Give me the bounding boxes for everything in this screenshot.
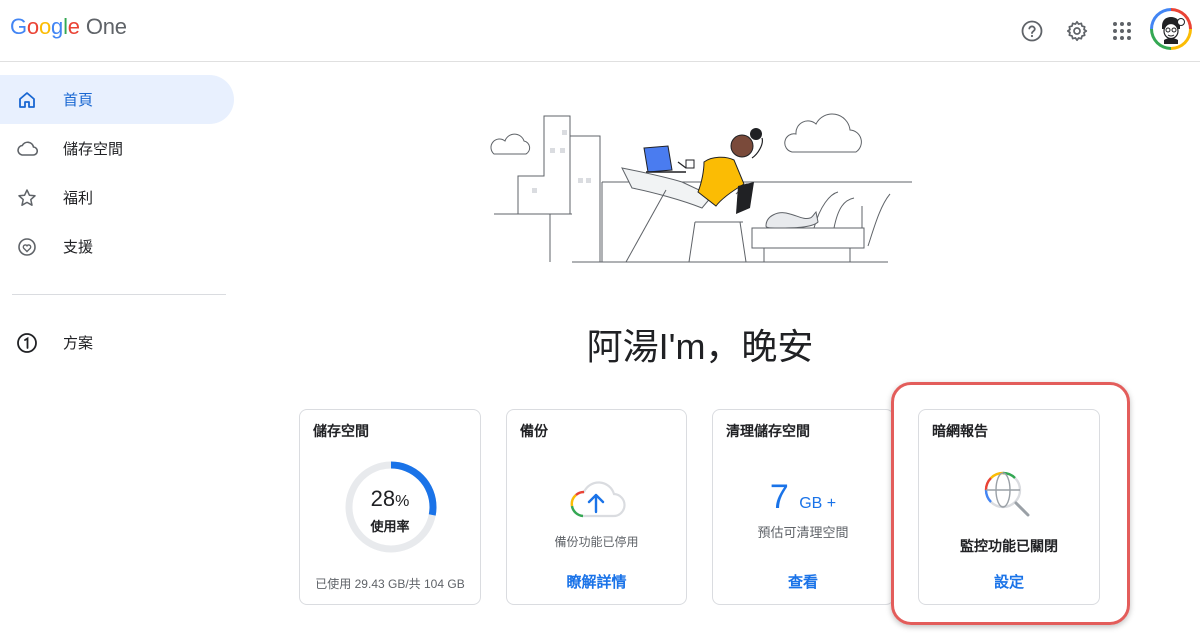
- top-app-bar: Google One: [0, 0, 1200, 62]
- backup-card[interactable]: 備份 備份功能已停用 瞭解詳情: [506, 409, 687, 605]
- cleanup-caption: 預估可清理空間: [757, 525, 849, 540]
- sidebar-item-storage[interactable]: 儲存空間: [0, 124, 234, 173]
- help-icon[interactable]: [1014, 13, 1050, 49]
- cleanup-card[interactable]: 清理儲存空間 7 GB + 預估可清理空間 查看: [712, 409, 894, 605]
- usage-percent-value: 28: [370, 486, 396, 511]
- card-title: 備份: [520, 423, 548, 439]
- sidebar-item-label: 支援: [63, 239, 94, 256]
- cloud-icon: [16, 138, 38, 160]
- home-icon: [16, 89, 38, 111]
- sidebar-item-support[interactable]: 支援: [0, 222, 234, 271]
- sidebar-nav: 首頁 儲存空間 福利 支援 方案: [0, 62, 240, 367]
- cleanup-amount: 7 GB +: [713, 478, 893, 517]
- google-one-logo[interactable]: Google One: [10, 14, 127, 40]
- page-greeting: 阿湯I'm，晚安: [586, 326, 814, 367]
- cleanup-amount-value: 7: [769, 478, 789, 516]
- product-name: One: [85, 14, 127, 39]
- usage-percent-sign: %: [395, 493, 410, 510]
- apps-grid-icon[interactable]: [1104, 13, 1140, 49]
- plan-one-icon: [16, 332, 38, 354]
- sidebar-item-label: 方案: [63, 335, 94, 352]
- sidebar-item-label: 儲存空間: [63, 141, 124, 158]
- sidebar-item-label: 首頁: [63, 92, 94, 109]
- backup-status: 備份功能已停用: [554, 535, 639, 549]
- cleanup-amount-unit: GB +: [799, 495, 837, 512]
- usage-percent: 28%: [300, 486, 480, 512]
- view-link[interactable]: 查看: [713, 571, 893, 592]
- sidebar-item-plans[interactable]: 方案: [0, 318, 234, 367]
- usage-label: 使用率: [370, 519, 410, 534]
- learn-more-link[interactable]: 瞭解詳情: [507, 571, 686, 592]
- sidebar-item-benefits[interactable]: 福利: [0, 173, 234, 222]
- storage-card[interactable]: 儲存空間 28% 使用率 已使用 29.43 GB/共 104 GB: [299, 409, 481, 605]
- avatar-image: [1153, 11, 1189, 47]
- card-title: 儲存空間: [313, 423, 369, 439]
- card-title: 清理儲存空間: [726, 423, 810, 439]
- google-wordmark: Google: [10, 14, 80, 39]
- highlight-annotation: [891, 382, 1130, 625]
- user-avatar[interactable]: [1150, 8, 1192, 50]
- sidebar-item-home[interactable]: 首頁: [0, 75, 234, 124]
- cloud-upload-icon: [570, 481, 626, 518]
- heart-support-icon: [16, 236, 38, 258]
- storage-usage-caption: 已使用 29.43 GB/共 104 GB: [315, 577, 465, 591]
- star-icon: [16, 187, 38, 209]
- sidebar-item-label: 福利: [63, 190, 94, 207]
- hero-illustration: [490, 96, 916, 266]
- settings-icon[interactable]: [1059, 13, 1095, 49]
- sidebar-divider: [12, 294, 226, 295]
